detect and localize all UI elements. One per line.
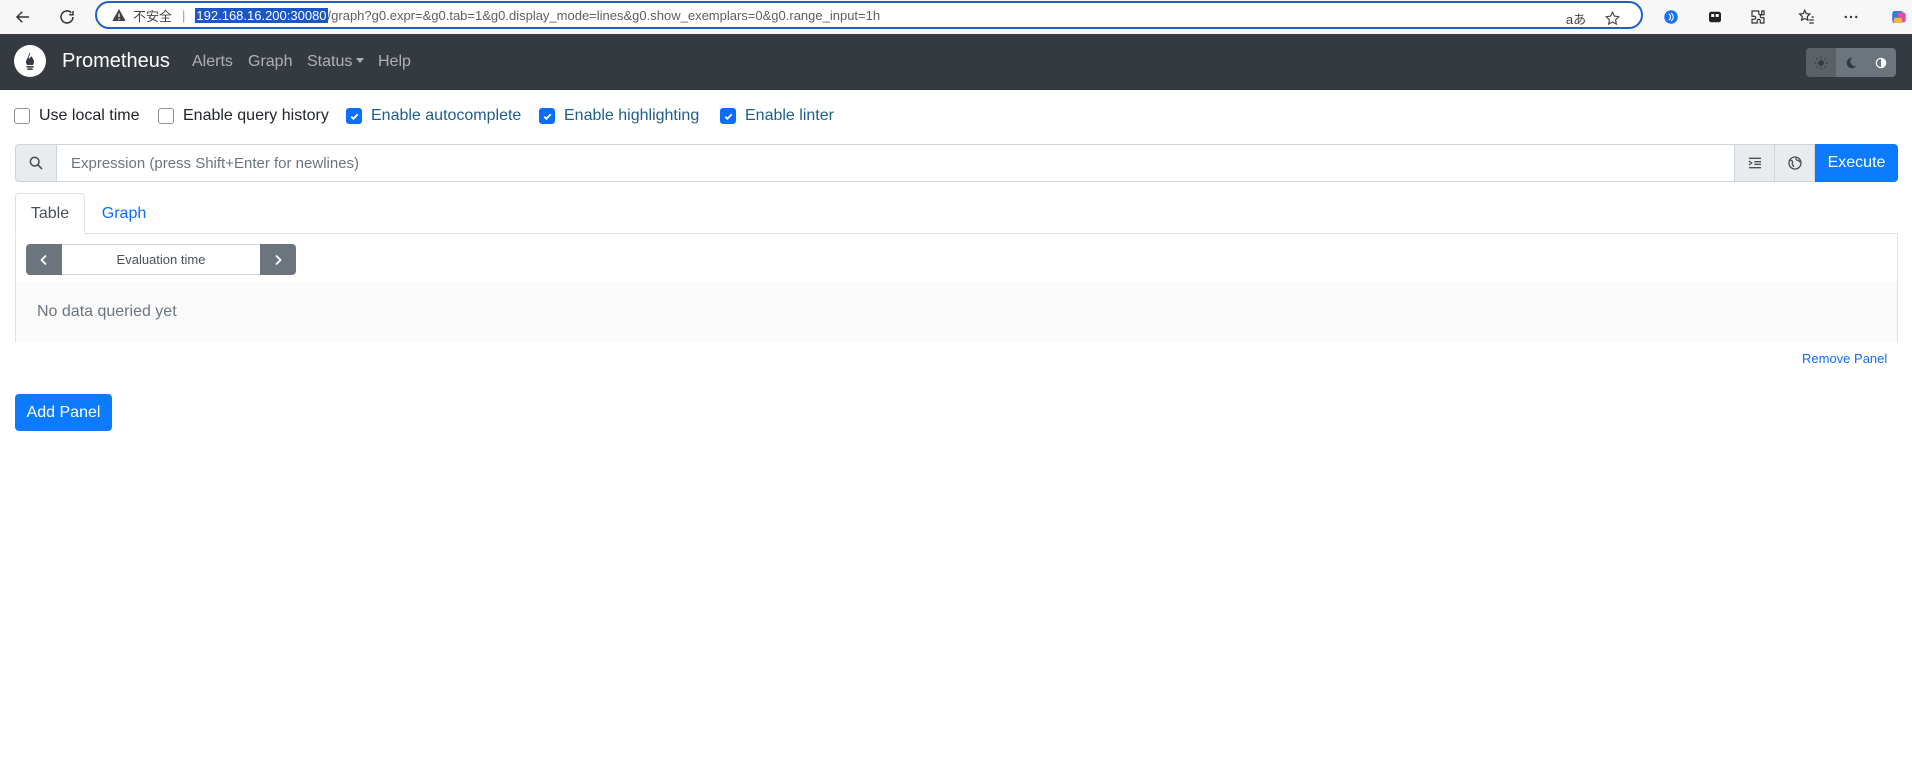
option-label: Enable autocomplete [371, 107, 522, 124]
option-enable-linter[interactable]: Enable linter [720, 107, 834, 125]
checkbox-enable-query-history[interactable] [158, 108, 174, 124]
option-label: Enable linter [745, 107, 834, 124]
checkmark-icon [543, 113, 551, 120]
option-enable-query-history[interactable]: Enable query history [158, 107, 329, 125]
nav-link-help[interactable]: Help [378, 53, 411, 71]
option-enable-highlighting[interactable]: Enable highlighting [539, 107, 699, 125]
checkbox-use-local-time[interactable] [14, 108, 30, 124]
prev-time-button[interactable] [26, 244, 62, 275]
app-navbar: Prometheus Alerts Graph Status Help [0, 34, 1912, 90]
nav-link-graph[interactable]: Graph [248, 53, 292, 71]
security-label: 不安全 [133, 8, 173, 24]
checkmark-icon [350, 113, 358, 120]
address-separator: | [182, 7, 186, 23]
moon-icon[interactable] [1836, 48, 1866, 77]
globe-icon [1787, 156, 1802, 170]
option-label: Enable query history [183, 107, 329, 124]
option-enable-autocomplete[interactable]: Enable autocomplete [346, 107, 521, 125]
contrast-icon[interactable] [1866, 48, 1896, 77]
execute-button[interactable]: Execute [1815, 144, 1898, 182]
evaluation-time-placeholder: Evaluation time [116, 252, 206, 267]
warning-icon [112, 9, 126, 21]
tab-graph[interactable]: Graph [91, 193, 157, 234]
read-aloud-icon[interactable]: aあ [1565, 7, 1587, 29]
address-bar[interactable]: 不安全 | 192.168.16.200:30080 /graph?g0.exp… [95, 1, 1643, 29]
nav-link-alerts[interactable]: Alerts [192, 53, 233, 71]
more-menu-icon[interactable] [1838, 4, 1864, 30]
next-time-button[interactable] [260, 244, 296, 275]
sun-icon[interactable] [1806, 48, 1836, 77]
browser-toolbar: 不安全 | 192.168.16.200:30080 /graph?g0.exp… [0, 0, 1912, 34]
favorites-list-icon[interactable] [1794, 4, 1820, 30]
url-path: /graph?g0.expr=&g0.tab=1&g0.display_mode… [327, 7, 881, 23]
expression-input[interactable]: Expression (press Shift+Enter for newlin… [57, 144, 1735, 182]
extensions-puzzle-icon[interactable] [1745, 4, 1771, 30]
back-button[interactable] [8, 2, 38, 32]
app-brand[interactable]: Prometheus [62, 50, 170, 73]
chevron-left-icon [40, 254, 47, 265]
option-label: Enable highlighting [564, 107, 700, 124]
expression-placeholder: Expression (press Shift+Enter for newlin… [71, 154, 360, 172]
query-panel: Evaluation time No data queried yet [15, 233, 1898, 342]
evaluation-time-control: Evaluation time [26, 244, 296, 275]
caret-down-icon [356, 58, 365, 63]
checkmark-icon [724, 113, 732, 120]
option-use-local-time[interactable]: Use local time [14, 107, 139, 125]
tab-table[interactable]: Table [15, 193, 85, 234]
favorite-star-icon[interactable] [1601, 7, 1623, 29]
extension-blue-icon[interactable] [1658, 4, 1684, 30]
url-host: 192.168.16.200:30080 [195, 7, 328, 23]
indent-icon [1748, 157, 1761, 169]
checkbox-enable-autocomplete[interactable] [346, 108, 362, 124]
metrics-explorer-button[interactable] [1775, 144, 1815, 182]
option-label: Use local time [39, 107, 140, 124]
copilot-icon[interactable] [1886, 4, 1912, 30]
add-panel-button[interactable]: Add Panel [15, 394, 112, 431]
empty-result-message: No data queried yet [16, 282, 1897, 342]
security-warning[interactable]: 不安全 [111, 6, 172, 25]
extension-dark-icon[interactable] [1702, 4, 1728, 30]
refresh-button[interactable] [52, 2, 82, 32]
search-icon [15, 144, 57, 182]
remove-panel-link[interactable]: Remove Panel [1802, 351, 1887, 366]
expression-row: Expression (press Shift+Enter for newlin… [15, 144, 1898, 182]
format-expression-button[interactable] [1735, 144, 1775, 182]
theme-switcher [1806, 48, 1896, 77]
nav-link-status[interactable]: Status [307, 53, 365, 71]
checkbox-enable-highlighting[interactable] [539, 108, 555, 124]
prometheus-logo-icon[interactable] [14, 45, 46, 77]
chevron-right-icon [275, 254, 282, 265]
nav-link-status-label: Status [307, 53, 353, 70]
evaluation-time-input[interactable]: Evaluation time [62, 244, 260, 275]
checkbox-enable-linter[interactable] [720, 108, 736, 124]
